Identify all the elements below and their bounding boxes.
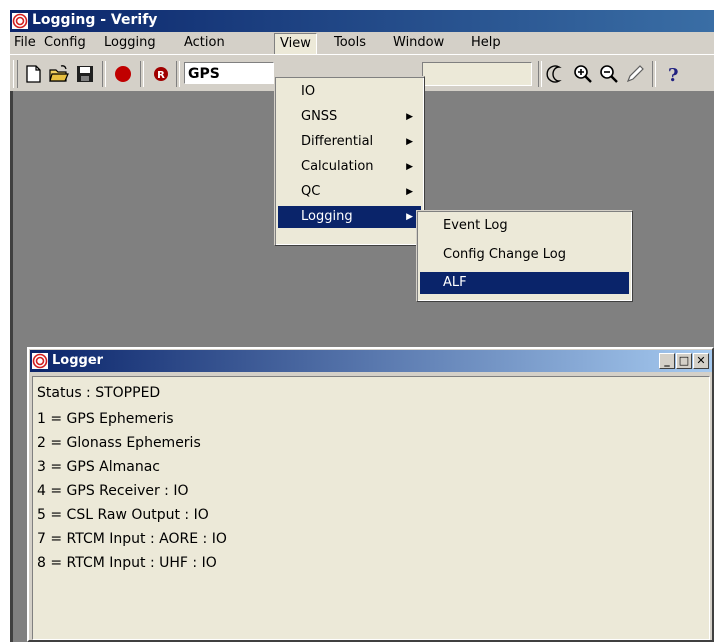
submenu-arrow-icon: ▶ xyxy=(406,137,413,147)
menu-file[interactable]: File xyxy=(12,35,38,50)
save-icon[interactable] xyxy=(74,63,96,85)
moon-icon[interactable] xyxy=(546,63,568,85)
logger-title-bar[interactable]: Logger _ □ ✕ xyxy=(30,350,712,372)
mdi-client-edge xyxy=(10,91,13,642)
menu-item-calculation[interactable]: Calculation ▶ xyxy=(278,156,421,178)
svg-text:R: R xyxy=(157,70,165,81)
submenu-arrow-icon: ▶ xyxy=(406,187,413,197)
menu-view[interactable]: View xyxy=(274,33,317,55)
logger-logo-icon xyxy=(32,353,48,369)
logger-line: 5 = CSL Raw Output : IO xyxy=(37,507,209,523)
menu-logging[interactable]: Logging xyxy=(102,35,158,50)
menu-item-gnss[interactable]: GNSS ▶ xyxy=(278,106,421,128)
logging-submenu: Event Log Config Change Log ALF xyxy=(416,210,633,302)
minimize-button[interactable]: _ xyxy=(659,353,675,369)
station-combo[interactable]: GPS xyxy=(184,62,274,84)
menu-window[interactable]: Window xyxy=(391,35,446,50)
submenu-arrow-icon: ▶ xyxy=(406,112,413,122)
menu-item-event-log[interactable]: Event Log xyxy=(420,215,629,237)
open-folder-icon[interactable] xyxy=(48,63,70,85)
menu-item-label: Logging xyxy=(301,209,353,224)
application-window: Logging - Verify File Config Logging Act… xyxy=(10,10,714,642)
record-icon[interactable] xyxy=(112,63,134,85)
logger-content: Status : STOPPED 1 = GPS Ephemeris 2 = G… xyxy=(32,376,710,640)
logger-line: 7 = RTCM Input : AORE : IO xyxy=(37,531,227,547)
menu-item-qc[interactable]: QC ▶ xyxy=(278,181,421,203)
window-title: Logging - Verify xyxy=(32,12,158,28)
svg-text:?: ? xyxy=(668,65,679,85)
menu-help[interactable]: Help xyxy=(469,35,503,50)
submenu-arrow-icon: ▶ xyxy=(406,162,413,172)
toolbar-separator xyxy=(102,61,106,87)
submenu-arrow-icon: ▶ xyxy=(406,212,413,222)
menu-action[interactable]: Action xyxy=(182,35,227,50)
toolbar-separator xyxy=(538,61,542,87)
logger-line: 4 = GPS Receiver : IO xyxy=(37,483,189,499)
menu-item-label: GNSS xyxy=(301,109,338,124)
menu-item-logging[interactable]: Logging ▶ xyxy=(278,206,421,228)
view-menu: IO GNSS ▶ Differential ▶ Calculation ▶ Q… xyxy=(274,76,425,246)
menu-item-label: Calculation xyxy=(301,159,374,174)
new-file-icon[interactable] xyxy=(22,63,44,85)
menu-item-label: IO xyxy=(301,84,316,99)
menu-bar: File Config Logging Action View Tools Wi… xyxy=(10,32,714,55)
menu-item-label: ALF xyxy=(443,275,467,290)
maximize-button[interactable]: □ xyxy=(676,353,692,369)
menu-item-differential[interactable]: Differential ▶ xyxy=(278,131,421,153)
toolbar-grip[interactable] xyxy=(13,60,18,88)
logger-title: Logger xyxy=(52,353,104,368)
menu-item-label: Config Change Log xyxy=(443,247,566,262)
logger-line: 3 = GPS Almanac xyxy=(37,459,160,475)
menu-item-label: Differential xyxy=(301,134,374,149)
pen-icon[interactable] xyxy=(624,63,646,85)
record-r-icon[interactable]: R xyxy=(150,63,172,85)
close-button[interactable]: ✕ xyxy=(693,353,709,369)
logger-window[interactable]: Logger _ □ ✕ Status : STOPPED 1 = GPS Ep… xyxy=(27,347,714,642)
app-logo-icon xyxy=(12,13,28,29)
logger-line: 1 = GPS Ephemeris xyxy=(37,411,174,427)
menu-item-io[interactable]: IO xyxy=(278,81,421,103)
toolbar-separator xyxy=(140,61,144,87)
toolbar-separator xyxy=(652,61,656,87)
menu-item-config-change-log[interactable]: Config Change Log xyxy=(420,244,629,266)
help-icon[interactable]: ? xyxy=(660,63,682,85)
menu-tools[interactable]: Tools xyxy=(332,35,368,50)
zoom-out-icon[interactable] xyxy=(598,63,620,85)
title-bar[interactable]: Logging - Verify xyxy=(10,10,714,32)
menu-item-alf[interactable]: ALF xyxy=(420,272,629,294)
menu-config[interactable]: Config xyxy=(42,35,88,50)
logger-line: 2 = Glonass Ephemeris xyxy=(37,435,201,451)
toolbar-separator xyxy=(176,61,180,87)
logger-status: Status : STOPPED xyxy=(37,385,161,401)
logger-line: 8 = RTCM Input : UHF : IO xyxy=(37,555,217,571)
zoom-in-icon[interactable] xyxy=(572,63,594,85)
menu-item-label: Event Log xyxy=(443,218,508,233)
station-combo-dropdown-field[interactable] xyxy=(422,62,532,86)
menu-item-label: QC xyxy=(301,184,321,199)
